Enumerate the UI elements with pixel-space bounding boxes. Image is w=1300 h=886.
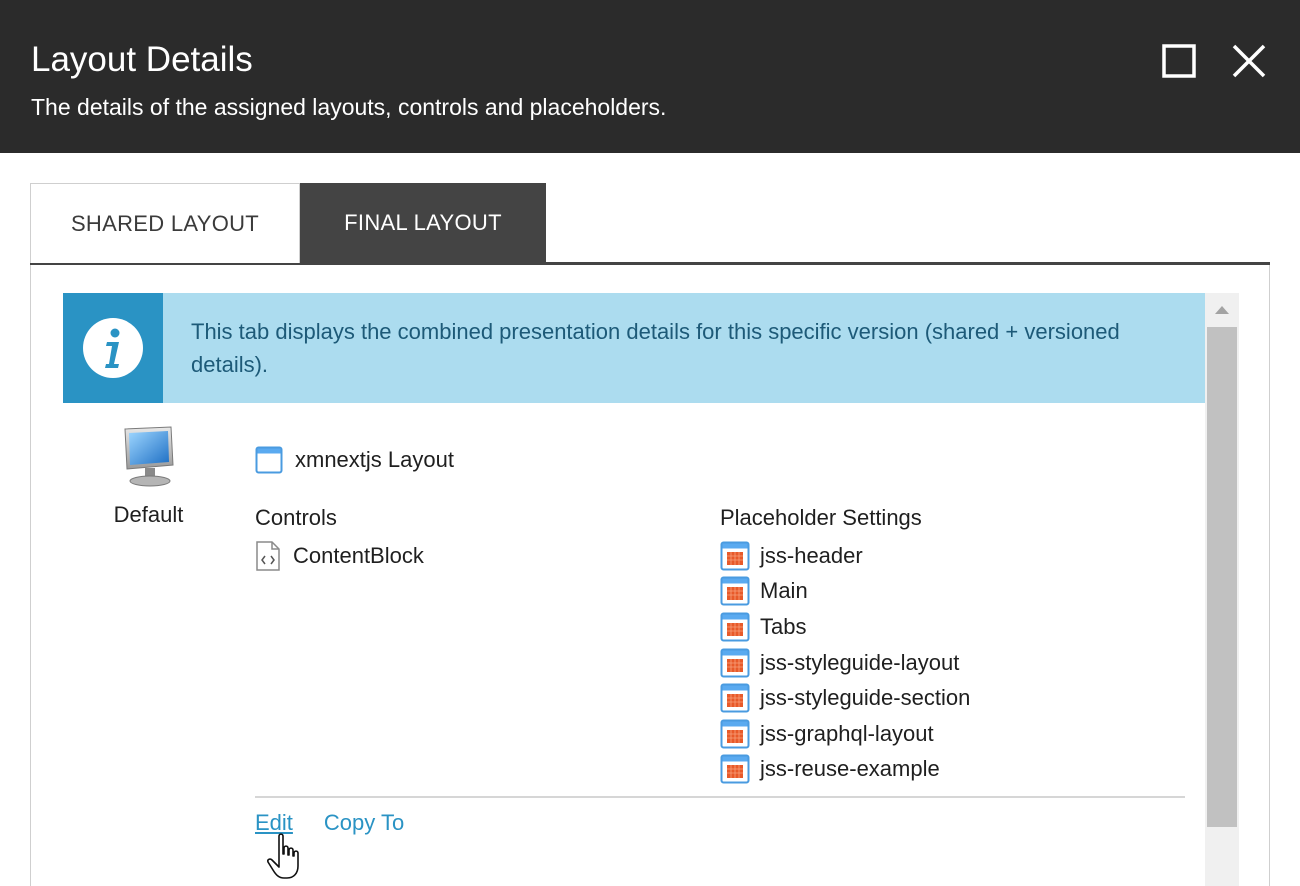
placeholder-name: jss-styleguide-section bbox=[760, 685, 971, 711]
tab-shared-layout[interactable]: SHARED LAYOUT bbox=[30, 183, 300, 263]
copy-to-link[interactable]: Copy To bbox=[324, 810, 404, 836]
placeholder-item[interactable]: Main bbox=[720, 574, 1180, 610]
control-name: ContentBlock bbox=[293, 543, 424, 568]
layout-item[interactable]: xmnextjs Layout bbox=[255, 446, 454, 474]
code-file-icon bbox=[256, 541, 280, 571]
placeholder-item[interactable]: jss-graphql-layout bbox=[720, 716, 1180, 752]
placeholder-icon bbox=[720, 612, 750, 642]
placeholder-name: Main bbox=[760, 578, 808, 604]
tab-content: This tab displays the combined presentat… bbox=[30, 265, 1270, 886]
placeholder-item[interactable]: jss-styleguide-section bbox=[720, 680, 1180, 716]
monitor-icon bbox=[123, 426, 174, 487]
info-icon bbox=[83, 318, 143, 378]
close-button[interactable] bbox=[1230, 42, 1268, 80]
scroll-thumb[interactable] bbox=[1207, 327, 1237, 827]
device-default[interactable]: Default bbox=[91, 425, 206, 528]
info-text: This tab displays the combined presentat… bbox=[191, 319, 1120, 377]
placeholders-title: Placeholder Settings bbox=[720, 505, 922, 530]
placeholder-icon bbox=[720, 541, 750, 571]
placeholder-icon bbox=[720, 719, 750, 749]
placeholder-item[interactable]: Tabs bbox=[720, 609, 1180, 645]
placeholder-name: jss-reuse-example bbox=[760, 756, 940, 782]
scroll-up-button[interactable] bbox=[1205, 293, 1239, 327]
controls-title: Controls bbox=[255, 505, 337, 530]
dialog-header: Layout Details The details of the assign… bbox=[0, 0, 1300, 153]
placeholder-name: Tabs bbox=[760, 613, 807, 639]
dialog-title: Layout Details bbox=[31, 40, 253, 79]
placeholder-name: jss-header bbox=[760, 542, 863, 568]
placeholder-item[interactable]: jss-styleguide-layout bbox=[720, 645, 1180, 681]
maximize-icon bbox=[1162, 44, 1196, 78]
close-icon bbox=[1232, 44, 1266, 78]
tab-final-layout[interactable]: FINAL LAYOUT bbox=[300, 183, 546, 263]
placeholder-list: jss-header Main Tabs jss-styleguide-layo… bbox=[720, 538, 1180, 787]
info-banner: This tab displays the combined presentat… bbox=[63, 293, 1205, 403]
layout-window-icon bbox=[255, 446, 283, 474]
placeholder-icon bbox=[720, 576, 750, 606]
scroll-up-arrow-icon bbox=[1215, 306, 1229, 314]
info-icon-wrap bbox=[63, 293, 163, 403]
placeholder-settings-section: Placeholder Settings jss-header Main Tab… bbox=[720, 505, 1180, 787]
placeholder-name: jss-styleguide-layout bbox=[760, 649, 960, 675]
tab-panel: SHARED LAYOUT FINAL LAYOUT This tab disp… bbox=[30, 183, 1270, 886]
placeholder-icon bbox=[720, 683, 750, 713]
action-links: Edit Copy To bbox=[255, 810, 404, 836]
placeholder-icon bbox=[720, 648, 750, 678]
device-label: Default bbox=[113, 502, 184, 527]
dialog-subtitle: The details of the assigned layouts, con… bbox=[31, 94, 667, 120]
placeholder-item[interactable]: jss-reuse-example bbox=[720, 752, 1180, 788]
placeholder-name: jss-graphql-layout bbox=[760, 720, 934, 746]
layout-name: xmnextjs Layout bbox=[295, 447, 454, 472]
edit-link[interactable]: Edit bbox=[255, 810, 293, 836]
control-item[interactable]: ContentBlock bbox=[255, 541, 675, 571]
controls-section: Controls ContentBlock bbox=[255, 505, 675, 571]
maximize-button[interactable] bbox=[1160, 42, 1198, 80]
placeholder-icon bbox=[720, 754, 750, 784]
section-divider bbox=[255, 796, 1185, 798]
tab-strip: SHARED LAYOUT FINAL LAYOUT bbox=[30, 183, 1270, 265]
vertical-scrollbar[interactable] bbox=[1205, 293, 1239, 886]
placeholder-item[interactable]: jss-header bbox=[720, 538, 1180, 574]
